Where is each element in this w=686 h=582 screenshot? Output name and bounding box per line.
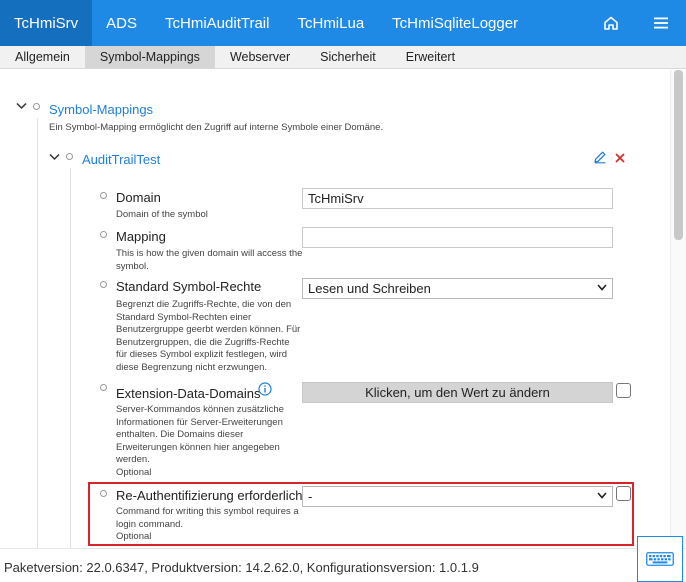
home-icon[interactable] — [586, 0, 636, 46]
tab-allgemein[interactable]: Allgemein — [0, 46, 85, 68]
tab-tchmiaudittrail[interactable]: TcHmiAuditTrail — [151, 0, 283, 46]
extension-description: Server-Kommandos können zusätzliche Info… — [116, 404, 284, 478]
change-value-button[interactable]: Klicken, um den Wert zu ändern — [302, 382, 613, 403]
field-node-icon — [100, 384, 107, 391]
extension-checkbox[interactable] — [616, 383, 631, 398]
menu-icon[interactable] — [636, 0, 686, 46]
edit-icon[interactable] — [593, 150, 607, 169]
keyboard-icon[interactable] — [637, 536, 683, 582]
tab-sicherheit[interactable]: Sicherheit — [305, 46, 391, 68]
rights-description: Begrenzt die Zugriffs-Rechte, die von de… — [116, 299, 301, 373]
tab-ads[interactable]: ADS — [92, 0, 151, 46]
info-icon[interactable] — [258, 382, 272, 401]
version-text: Paketversion: 22.0.6347, Produktversion:… — [4, 560, 479, 575]
tab-tchmisrv[interactable]: TcHmiSrv — [0, 0, 93, 46]
field-node-icon — [100, 192, 107, 199]
mapping-field[interactable] — [302, 227, 613, 248]
tree-node-icon — [33, 103, 40, 110]
rights-select[interactable]: Lesen und Schreiben — [302, 278, 613, 299]
top-navigation-bar: TcHmiSrv ADS TcHmiAuditTrail TcHmiLua Tc… — [0, 0, 686, 46]
mapping-description: This is how the given domain will access… — [116, 248, 303, 272]
sub-tabs: Allgemein Symbol-Mappings Webserver Sich… — [0, 46, 686, 69]
chevron-down-icon[interactable] — [16, 101, 27, 113]
tab-tchmisqlitelogger[interactable]: TcHmiSqliteLogger — [378, 0, 532, 46]
delete-icon[interactable] — [614, 151, 626, 169]
tree-node-icon — [66, 153, 73, 160]
tab-symbol-mappings[interactable]: Symbol-Mappings — [84, 46, 215, 68]
domain-field[interactable]: TcHmiSrv — [302, 188, 613, 209]
field-node-icon — [100, 231, 107, 238]
scrollbar-thumb[interactable] — [674, 70, 683, 240]
entry-title[interactable]: AuditTrailTest — [82, 152, 160, 167]
optional-label: Optional — [116, 466, 152, 478]
mapping-label: Mapping — [116, 229, 166, 244]
app-root: TcHmiSrv ADS TcHmiAuditTrail TcHmiLua Tc… — [0, 0, 686, 582]
section-title[interactable]: Symbol-Mappings — [49, 102, 153, 117]
highlight-box — [88, 482, 634, 546]
field-node-icon — [100, 281, 107, 288]
footer: Paketversion: 22.0.6347, Produktversion:… — [0, 548, 686, 582]
domain-label: Domain — [116, 190, 161, 205]
tab-webserver[interactable]: Webserver — [215, 46, 305, 68]
tab-erweitert[interactable]: Erweitert — [391, 46, 470, 68]
tab-tchmilua[interactable]: TcHmiLua — [283, 0, 378, 46]
tree-line — [37, 118, 38, 548]
scrollbar[interactable] — [670, 70, 686, 548]
tree-line — [70, 168, 71, 548]
chevron-down-icon[interactable] — [49, 152, 60, 164]
section-description: Ein Symbol-Mapping ermöglicht den Zugrif… — [49, 122, 384, 133]
extension-label: Extension-Data-Domains — [116, 386, 261, 401]
config-content: Symbol-Mappings Ein Symbol-Mapping ermög… — [0, 70, 670, 548]
domain-description: Domain of the symbol — [116, 209, 208, 220]
rights-label: Standard Symbol-Rechte — [116, 279, 262, 294]
chevron-down-icon — [597, 283, 607, 294]
